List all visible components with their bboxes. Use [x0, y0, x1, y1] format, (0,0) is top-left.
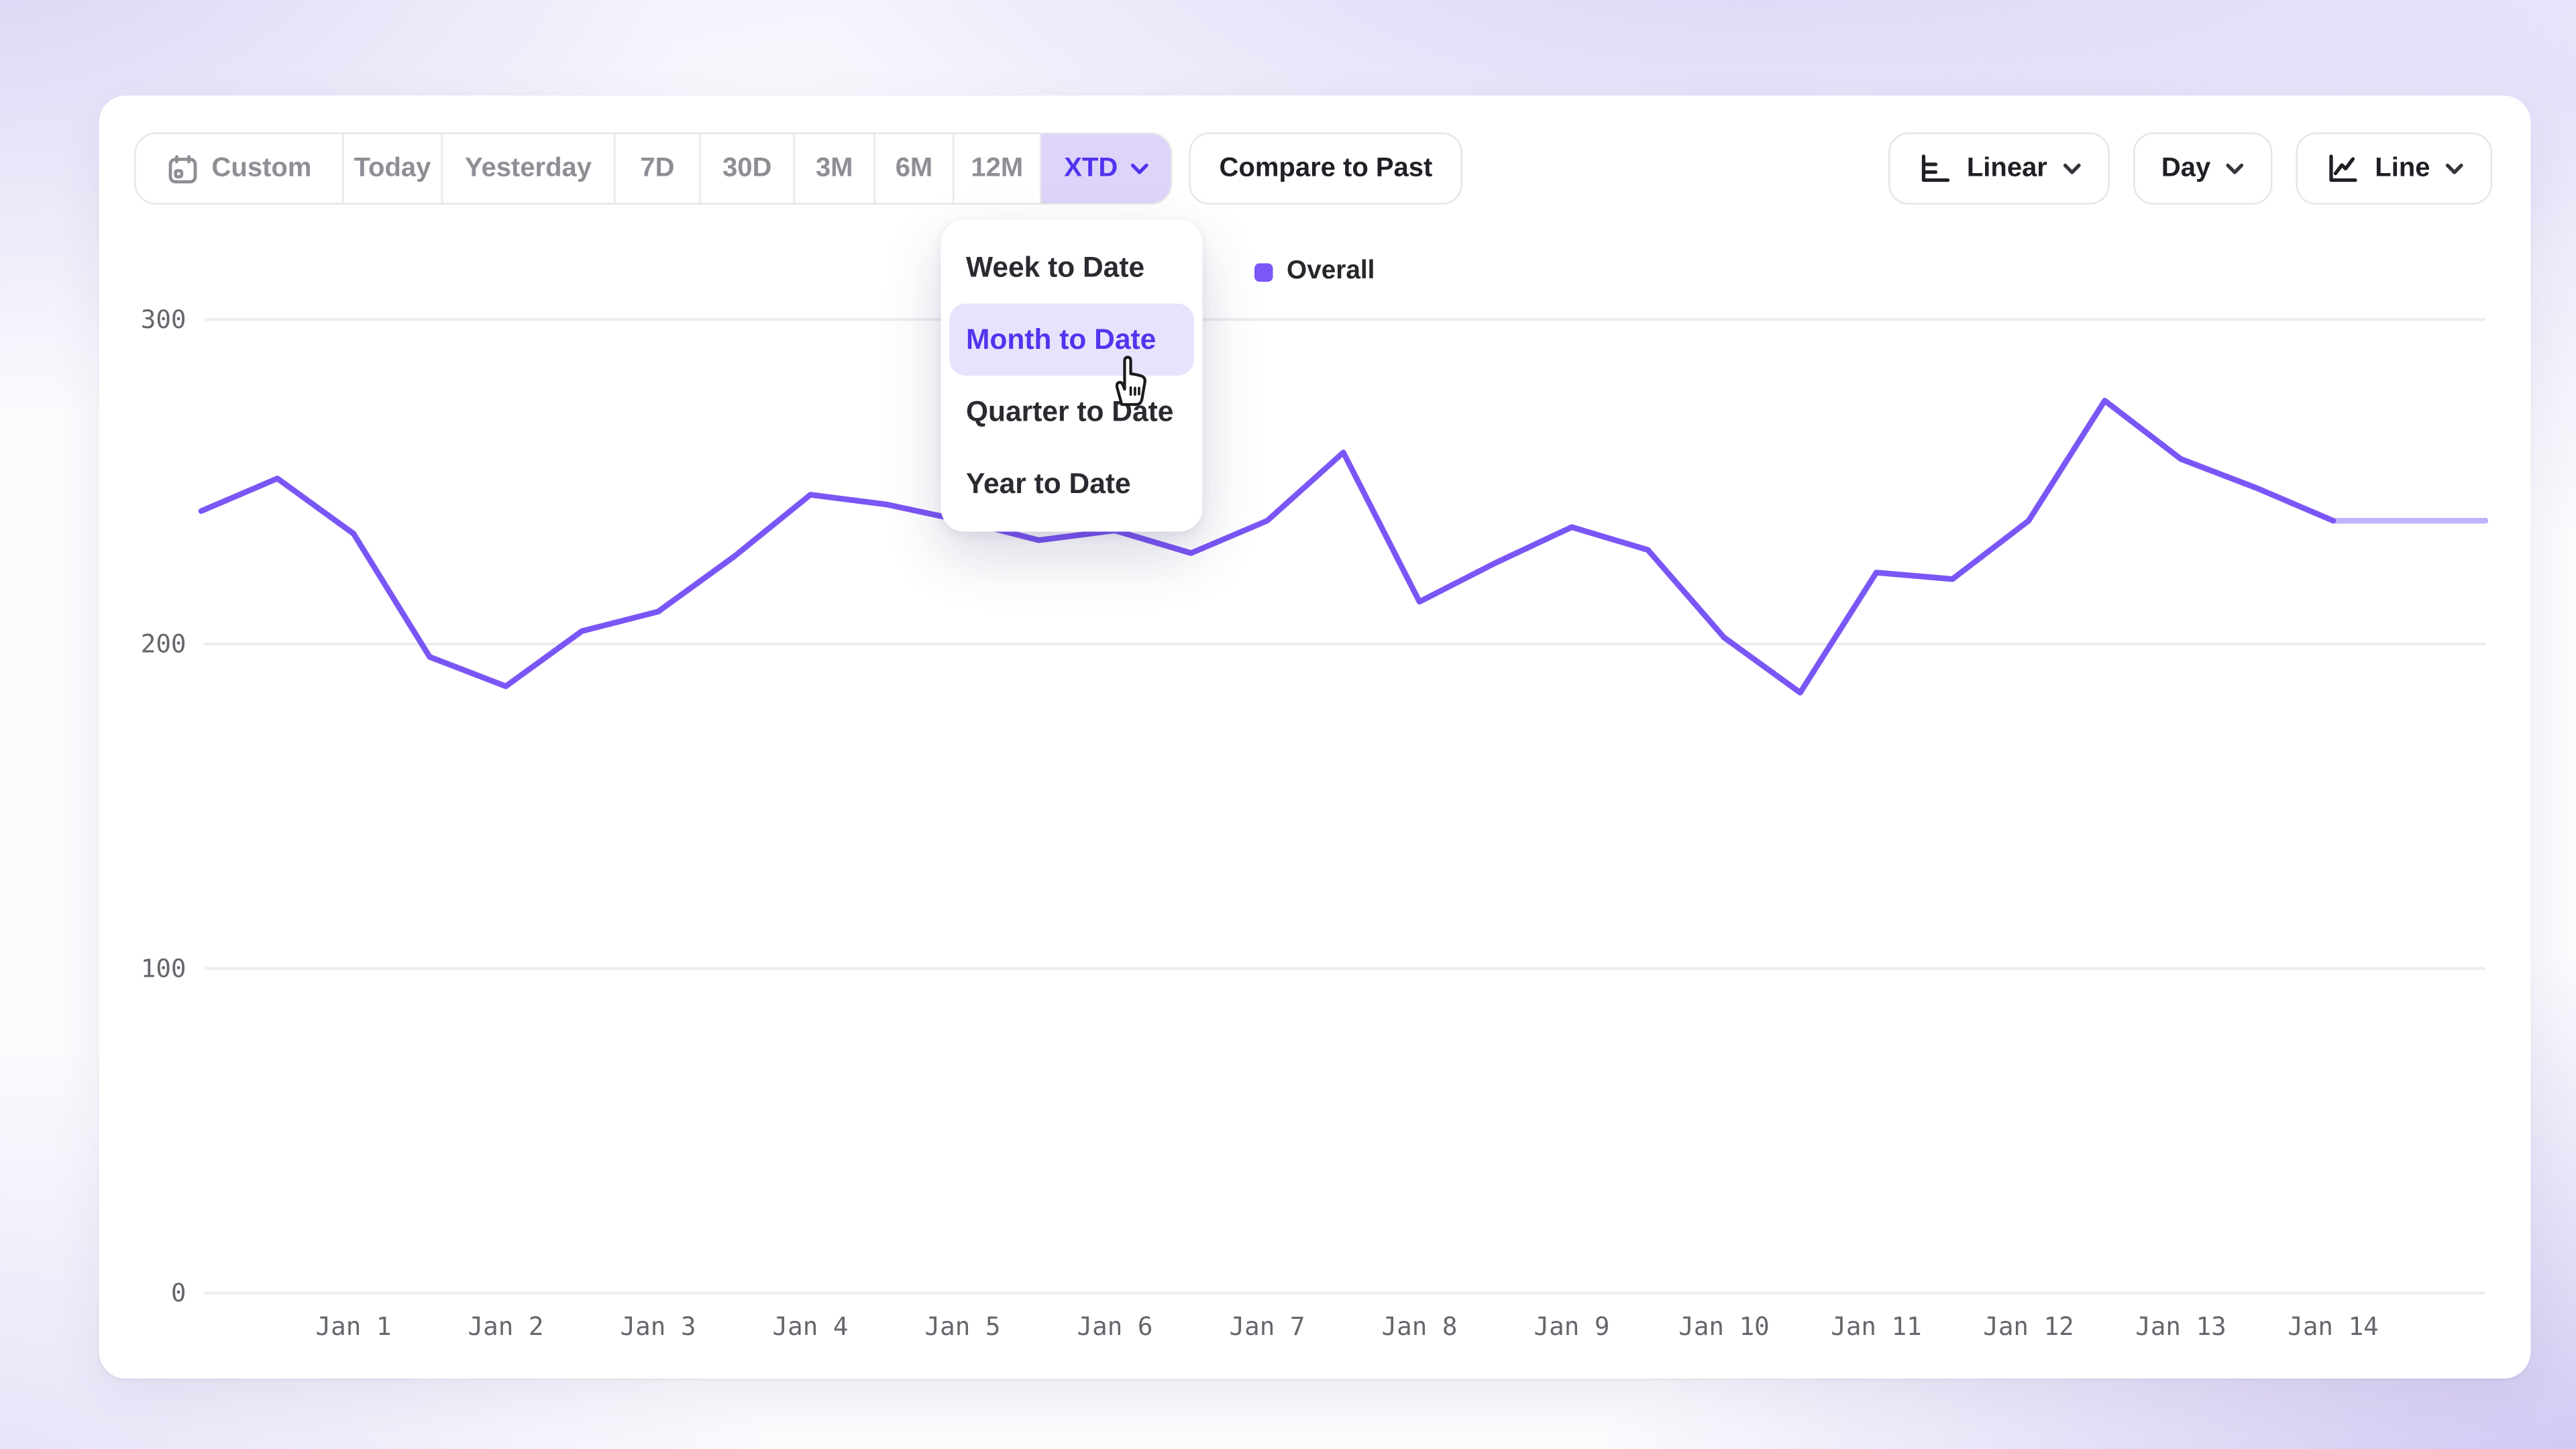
chevron-down-icon — [1130, 162, 1148, 175]
menu-item-year-to-date[interactable]: Year to Date — [949, 448, 1194, 521]
line-chart-icon — [2324, 151, 2360, 186]
date-range-segmented-control: Custom Today Yesterday 7D 30D 3M 6M 12M XTD — [134, 133, 1173, 205]
menu-item-month-to-date[interactable]: Month to Date — [949, 304, 1194, 376]
menu-item-week-to-date[interactable]: Week to Date — [949, 231, 1194, 304]
control-label: Linear — [1967, 154, 2047, 184]
range-segment-3m[interactable]: 3M — [795, 134, 875, 203]
range-segment-today[interactable]: Today — [344, 134, 443, 203]
calendar-icon — [166, 152, 200, 185]
day-dropdown-button[interactable]: Day — [2133, 133, 2272, 205]
line-dropdown-button[interactable]: Line — [2296, 133, 2492, 205]
legend-label: Overall — [1287, 257, 1375, 287]
control-label: Day — [2161, 154, 2210, 184]
linear-scale-icon — [1917, 151, 1952, 186]
range-segment-label: 3M — [816, 154, 853, 184]
range-segment-label: 30D — [722, 154, 771, 184]
range-segment-label: XTD — [1064, 154, 1118, 184]
range-segment-custom[interactable]: Custom — [136, 134, 344, 203]
range-segment-7d[interactable]: 7D — [616, 134, 702, 203]
range-segment-12m[interactable]: 12M — [955, 134, 1042, 203]
chart-card — [99, 96, 2531, 1379]
range-segment-label: Custom — [212, 154, 312, 184]
legend-swatch-icon — [1255, 262, 1274, 281]
compare-to-past-button[interactable]: Compare to Past — [1189, 133, 1463, 205]
range-segment-yesterday[interactable]: Yesterday — [443, 134, 616, 203]
range-segment-xtd[interactable]: XTD — [1042, 134, 1171, 203]
compare-to-past-label: Compare to Past — [1220, 154, 1433, 184]
range-segment-label: Today — [354, 154, 431, 184]
menu-item-quarter-to-date[interactable]: Quarter to Date — [949, 376, 1194, 448]
range-segment-30d[interactable]: 30D — [701, 134, 795, 203]
chevron-down-icon — [2062, 162, 2081, 175]
chevron-down-icon — [2226, 162, 2245, 175]
analytics-page: 0100200300Jan 1Jan 2Jan 3Jan 4Jan 5Jan 6… — [0, 0, 2576, 1449]
range-segment-label: Yesterday — [465, 154, 592, 184]
legend-item-overall[interactable]: Overall — [1255, 257, 1375, 287]
linear-dropdown-button[interactable]: Linear — [1888, 133, 2109, 205]
range-segment-label: 6M — [896, 154, 933, 184]
range-segment-label: 7D — [640, 154, 674, 184]
chart-display-controls: Linear Day Line — [1888, 133, 2492, 205]
chevron-down-icon — [2445, 162, 2464, 175]
range-segment-label: 12M — [971, 154, 1023, 184]
xtd-dropdown-menu: Week to DateMonth to DateQuarter to Date… — [941, 220, 1203, 532]
range-segment-6m[interactable]: 6M — [875, 134, 955, 203]
control-label: Line — [2375, 154, 2430, 184]
